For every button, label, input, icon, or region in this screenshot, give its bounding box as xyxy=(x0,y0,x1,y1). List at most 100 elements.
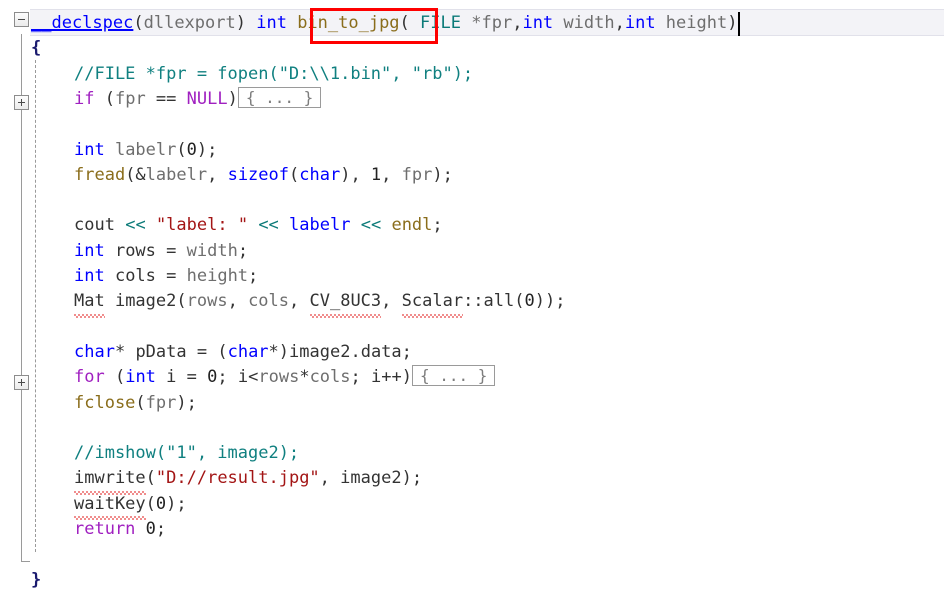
code-token: pData xyxy=(125,341,187,362)
line-decl-rows[interactable]: int rows = width; xyxy=(0,239,944,264)
line-blank-3[interactable] xyxy=(0,315,944,340)
code-token: , xyxy=(207,164,228,185)
code-token: int xyxy=(74,139,105,160)
code-token: < xyxy=(248,367,259,388)
code-token: FILE xyxy=(420,13,461,33)
code-token: int xyxy=(74,266,105,286)
code-token: , xyxy=(614,13,625,33)
code-token: ) xyxy=(235,13,257,33)
line-fclose[interactable]: fclose(fpr); xyxy=(0,391,944,416)
line-blank-2[interactable] xyxy=(0,188,944,213)
code-token: ( xyxy=(399,13,410,33)
code-token: i xyxy=(155,367,177,388)
line-commented-fopen[interactable]: //FILE *fpr = fopen("D:\\1.bin", "rb"); xyxy=(0,62,944,87)
code-token: bin_to_jpg xyxy=(297,13,400,33)
code-token: labelr xyxy=(289,215,351,236)
code-token: 1 xyxy=(370,164,382,185)
line-imwrite[interactable]: imwrite("D://result.jpg", image2); xyxy=(0,466,944,492)
code-token: "D://result.jpg" xyxy=(155,468,320,489)
line-commented-imshow[interactable]: //imshow("1", image2); xyxy=(0,441,944,466)
code-token: fpr xyxy=(114,88,146,109)
code-token: ( xyxy=(135,392,146,413)
code-token: "label: " xyxy=(155,215,249,236)
code-token: . xyxy=(350,341,361,362)
code-token: return xyxy=(74,519,136,539)
code-token: int xyxy=(74,240,105,261)
line-decl-mat-image2[interactable]: Mat image2(rows, cols, CV_8UC3, Scalar::… xyxy=(0,289,944,317)
code-token: ; xyxy=(217,367,238,388)
code-token: = xyxy=(155,240,187,261)
code-token: ); xyxy=(432,164,453,185)
code-token: char xyxy=(74,341,115,362)
code-token: { xyxy=(31,38,42,59)
code-token: << xyxy=(360,215,382,236)
line-blank-1[interactable] xyxy=(0,112,944,137)
code-token: 0 xyxy=(145,519,156,539)
line-return[interactable]: return 0; xyxy=(0,517,944,542)
code-token: ) xyxy=(227,88,238,109)
text-caret xyxy=(738,12,741,36)
code-text-area[interactable]: __declspec(dllexport) int bin_to_jpg( FI… xyxy=(0,0,944,590)
line-if-null[interactable]: if (fpr == NULL){ ... } xyxy=(0,86,944,112)
line-decl-pdata[interactable]: char* pData = (char*)image2.data; xyxy=(0,340,944,365)
collapsed-block-placeholder[interactable]: { ... } xyxy=(411,365,496,387)
code-token: * xyxy=(299,367,310,388)
code-token: ) xyxy=(727,13,738,33)
code-token: labelr xyxy=(104,139,177,160)
collapsed-block-placeholder[interactable]: { ... } xyxy=(237,86,322,108)
code-token: Scalar xyxy=(401,289,464,317)
code-token: int xyxy=(522,13,554,33)
line-blank-5[interactable] xyxy=(0,542,944,567)
code-token: cout xyxy=(74,215,115,236)
code-token: width xyxy=(553,13,615,33)
code-token: 0 xyxy=(155,493,167,514)
code-editor[interactable]: __declspec(dllexport) int bin_to_jpg( FI… xyxy=(0,0,944,590)
line-for-loop[interactable]: for (int i = 0; i<rows*cols; i++){ ... } xyxy=(0,365,944,390)
code-token: char xyxy=(299,164,341,185)
code-token: int xyxy=(624,13,656,33)
code-token: ( xyxy=(176,291,187,312)
code-token: image2 xyxy=(104,291,177,312)
line-close-brace[interactable]: } xyxy=(0,568,944,593)
line-blank-4[interactable] xyxy=(0,416,944,441)
code-token: //imshow("1", image2); xyxy=(74,443,300,464)
code-token: 0 xyxy=(524,291,535,312)
code-token: image2 xyxy=(340,468,402,489)
code-token: rows xyxy=(186,291,228,312)
code-token: for xyxy=(74,367,105,388)
code-token: , xyxy=(381,164,402,185)
code-token: , xyxy=(381,291,402,312)
code-token: :: xyxy=(463,291,484,312)
code-token: = xyxy=(186,341,218,362)
code-token: ( xyxy=(104,367,126,388)
line-decl-labelr[interactable]: int labelr(0); xyxy=(0,138,944,163)
line-decl-cols[interactable]: int cols = height; xyxy=(0,264,944,289)
code-token: ; xyxy=(248,266,259,286)
code-token: *) xyxy=(268,341,290,362)
code-token: width xyxy=(186,240,238,261)
line-waitkey[interactable]: waitKey(0); xyxy=(0,491,944,517)
code-token: * xyxy=(114,341,126,362)
code-token: 0 xyxy=(186,139,197,160)
code-token: ( xyxy=(289,164,300,185)
code-token: cols xyxy=(104,266,156,286)
code-token: //FILE *fpr = fopen("D:\\1.bin", "rb"); xyxy=(74,63,474,84)
code-token: fpr xyxy=(145,392,177,413)
line-open-brace[interactable]: { xyxy=(0,36,944,61)
code-token: __declspec xyxy=(31,13,134,33)
code-token: ; xyxy=(350,367,371,388)
code-token: ); xyxy=(166,493,187,514)
code-token: , xyxy=(319,468,341,489)
code-token: ; xyxy=(401,341,412,362)
line-cout-label[interactable]: cout << "label: " << labelr << endl; xyxy=(0,213,944,238)
line-function-signature[interactable]: __declspec(dllexport) int bin_to_jpg( FI… xyxy=(0,11,944,36)
code-token: cols xyxy=(248,291,290,312)
line-fread[interactable]: fread(&labelr, sizeof(char), 1, fpr); xyxy=(0,163,944,188)
